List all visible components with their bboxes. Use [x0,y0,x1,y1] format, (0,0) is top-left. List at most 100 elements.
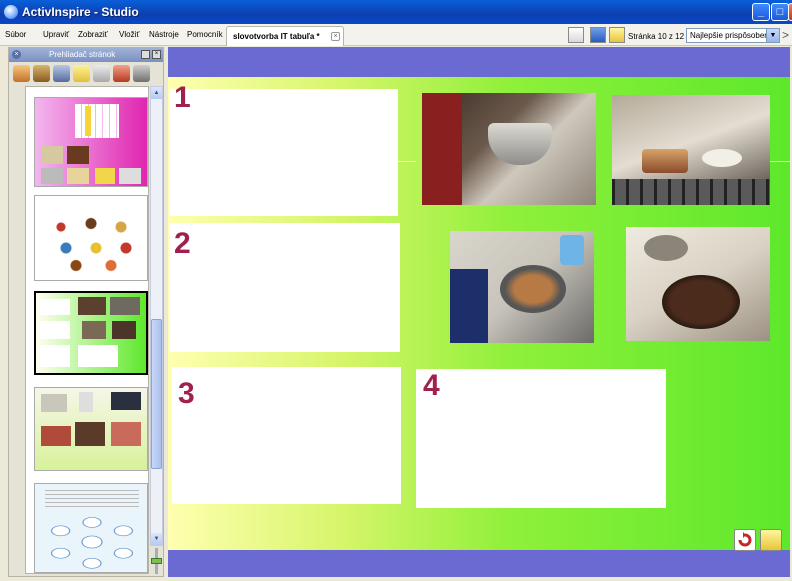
apron-shape [422,93,462,205]
mini-photo [111,422,141,446]
document-tab-label: slovotvorba IT tabuľa * [233,32,320,41]
document-tab[interactable]: slovotvorba IT tabuľa * × [226,26,344,46]
notes-tool-icon[interactable] [73,65,90,82]
thumbnail-size-slider[interactable] [150,548,163,576]
page-thumbnail[interactable] [34,195,148,281]
mini-photo [111,392,141,410]
zoom-select[interactable]: Najlepšie prispôsobenie ▼ [686,28,780,43]
page-thumbnails[interactable] [25,86,149,574]
cooking-photo-3[interactable] [450,231,594,343]
scroll-up-icon[interactable]: ▲ [151,87,162,99]
mini-photo [79,392,93,412]
object-tool-icon[interactable] [53,65,70,82]
scrollbar-thumb[interactable] [151,319,162,469]
menu-file[interactable]: Súbor [5,30,26,39]
menu-help[interactable]: Pomocník [187,30,223,39]
minimize-icon[interactable]: _ [752,3,770,21]
pin-icon[interactable] [141,50,150,59]
mini-photo [41,394,67,412]
cooking-photo-1[interactable] [422,93,596,205]
app-icon [4,5,18,19]
cake-shape [662,275,740,329]
zoom-value: Najlepšie prispôsobenie [690,31,775,40]
page-browser-title: Prehliadač stránok [49,50,116,59]
mini-box [40,321,70,339]
slider-handle[interactable] [151,558,162,564]
answer-box-3[interactable] [172,367,401,504]
food-image [95,168,115,184]
number-label-2: 2 [174,227,191,260]
browser-tool-icons [13,65,161,83]
stove-grate-shape [612,179,770,205]
number-label-1: 1 [174,81,191,114]
mini-photo [82,321,106,339]
notes-toolbar-icon[interactable] [609,27,625,43]
divider-line [396,161,416,162]
maximize-icon[interactable]: □ [771,3,789,21]
cooking-photo-2[interactable] [612,95,770,205]
page-thumbnail[interactable] [34,483,148,573]
page-browser-header: × Prehliadač stránok × [9,48,163,62]
mini-photo [78,297,106,315]
number-label-4: 4 [423,369,440,402]
notes-icon[interactable] [760,529,782,551]
mini-photo [110,297,140,315]
window-title: ActivInspire - Studio [22,5,139,19]
mini-photo [112,321,136,339]
close-icon[interactable]: × [152,50,161,59]
food-image [67,168,89,184]
page-tool-icon[interactable] [13,65,30,82]
voting-tool-icon[interactable] [133,65,150,82]
page-browser: × Prehliadač stránok × ▲ ▼ [8,47,164,577]
browser-close-icon[interactable]: × [12,50,21,59]
crossword-highlight [85,106,91,136]
page-view-icon[interactable] [568,27,584,43]
bowl-shape [644,235,688,261]
grid-icon[interactable] [590,27,606,43]
food-tray-shape [642,149,688,173]
food-image [119,168,141,184]
resource-tool-icon[interactable] [33,65,50,82]
flour-plate-shape [702,149,742,167]
window-titlebar: ActivInspire - Studio _ □ [0,0,792,24]
flipchart-page: 1 2 3 4 [168,77,790,550]
action-tool-icon[interactable] [113,65,130,82]
answer-box-1[interactable] [170,89,398,216]
next-arrow-icon[interactable]: > [782,28,789,42]
mini-box [40,299,70,315]
flipchart-canvas: 1 2 3 4 [168,47,790,577]
menu-edit[interactable]: Upraviť [43,30,69,39]
jug-shape [560,235,584,265]
menu-view[interactable]: Zobraziť [78,30,108,39]
menu-insert[interactable]: Vložiť [119,30,139,39]
divider-line [770,161,790,162]
mini-box [78,345,118,367]
mini-photo [41,426,71,446]
crossword-image [75,104,119,138]
mini-photo [75,422,105,446]
scroll-down-icon[interactable]: ▼ [151,533,162,545]
property-tool-icon[interactable] [93,65,110,82]
answer-box-4[interactable] [416,369,666,508]
thumbnail-scrollbar[interactable]: ▲ ▼ [150,86,163,546]
food-image [41,168,63,184]
page-thumbnail-current[interactable] [34,291,148,375]
page-counter: Stránka 10 z 12 [628,32,685,41]
sleeve-shape [450,269,488,343]
food-image [67,146,89,164]
food-image [41,146,63,164]
close-tab-icon[interactable]: × [331,32,340,41]
answer-box-2[interactable] [170,223,400,352]
text-lines [45,490,139,508]
mini-box [40,345,70,367]
food-icons-image [41,206,141,276]
cooking-photo-4[interactable] [626,227,770,341]
refresh-icon[interactable] [734,529,756,551]
number-label-3: 3 [178,377,195,410]
menu-tools[interactable]: Nástroje [149,30,179,39]
page-thumbnail[interactable] [34,387,148,471]
chevron-down-icon[interactable]: ▼ [766,29,779,42]
cake-pan-shape [500,265,566,313]
close-icon[interactable] [788,3,792,21]
page-thumbnail[interactable] [34,97,148,187]
